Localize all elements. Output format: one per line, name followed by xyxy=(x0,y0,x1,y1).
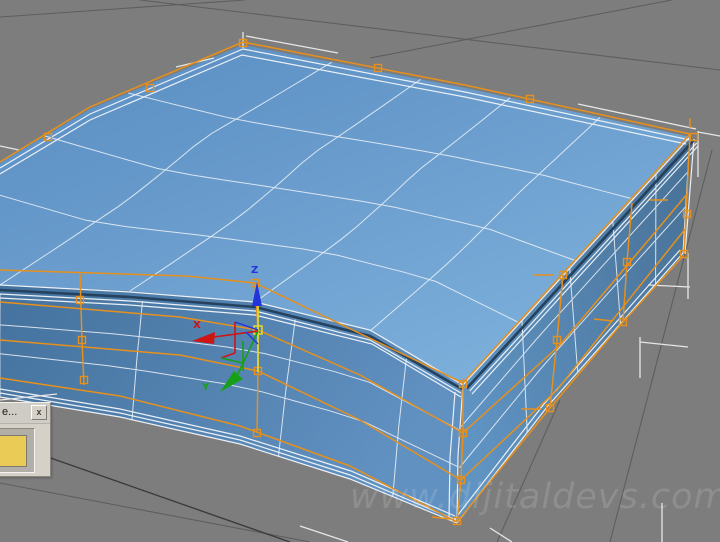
color-swatch[interactable] xyxy=(0,435,27,467)
gizmo-y-label: Y xyxy=(201,382,210,393)
color-selector-window: e... x xyxy=(0,402,51,477)
close-button[interactable]: x xyxy=(31,405,47,420)
viewport-3d[interactable]: X Y Z www.dijitaldevs.com e... x xyxy=(0,0,720,542)
watermark-text: www.dijitaldevs.com xyxy=(350,477,720,517)
window-title: e... xyxy=(2,406,18,418)
scene-canvas[interactable]: X Y Z www.dijitaldevs.com xyxy=(0,0,720,542)
swatch-frame xyxy=(0,428,35,473)
window-titlebar[interactable]: e... x xyxy=(0,403,50,424)
close-icon: x xyxy=(36,407,42,417)
gizmo-z-label: Z xyxy=(251,265,258,276)
gizmo-x-label: X xyxy=(193,320,201,331)
